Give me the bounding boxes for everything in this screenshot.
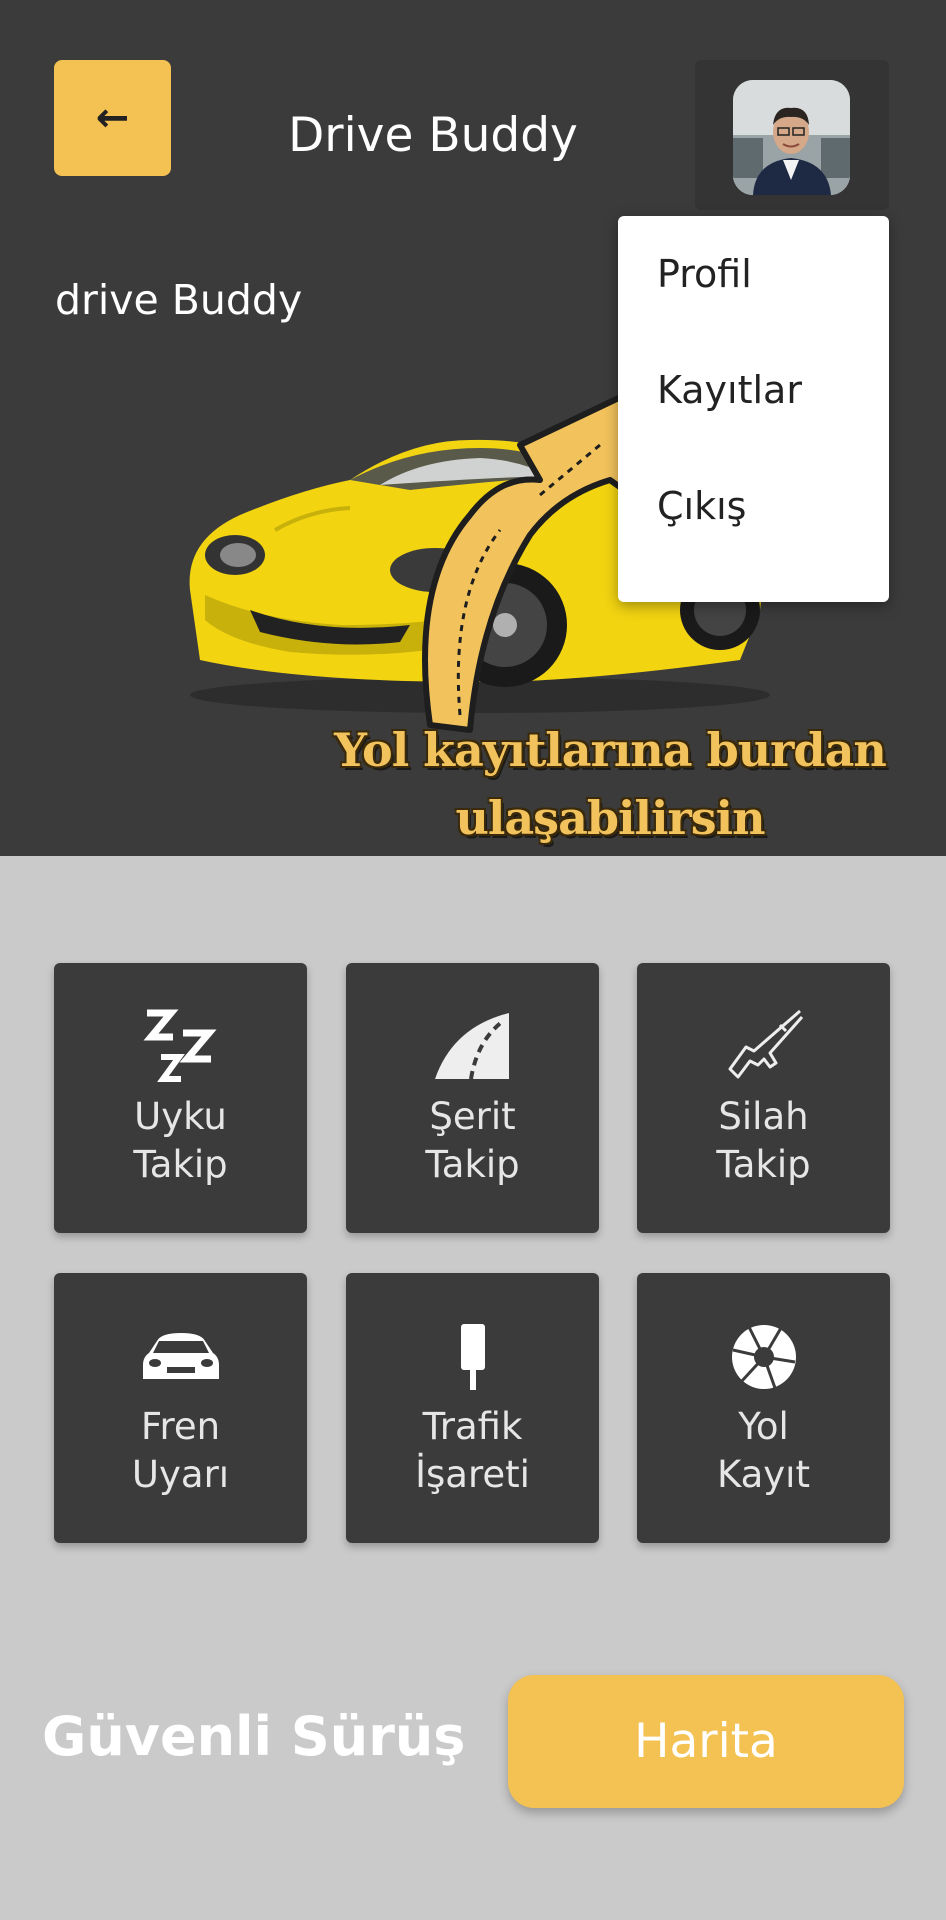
tile-label-line1: Yol	[738, 1405, 789, 1448]
hero-subtitle: drive Buddy	[55, 276, 303, 324]
road-lane-icon	[346, 1007, 599, 1087]
tile-label-line1: Şerit	[429, 1095, 516, 1138]
sleep-zzz-icon	[54, 1007, 307, 1087]
tile-fren-uyari[interactable]: Fren Uyarı	[54, 1273, 307, 1543]
tile-label-line2: Uyarı	[131, 1453, 230, 1496]
callout-line-1: Yol kayıtlarına burdan	[334, 723, 887, 777]
tile-serit-takip[interactable]: Şerit Takip	[346, 963, 599, 1233]
profile-dropdown-menu: Profil Kayıtlar Çıkış	[618, 216, 889, 602]
tile-uyku-takip[interactable]: Uyku Takip	[54, 963, 307, 1233]
menu-item-profil[interactable]: Profil	[618, 216, 889, 332]
tile-label-line2: Kayıt	[717, 1453, 810, 1496]
tile-label-line1: Fren	[140, 1405, 221, 1448]
menu-item-cikis[interactable]: Çıkış	[618, 448, 889, 564]
rifle-icon	[637, 1007, 890, 1087]
callout-line-2: ulaşabilirsin	[455, 791, 765, 845]
tile-label-line2: Takip	[133, 1143, 228, 1186]
tile-label-line2: Takip	[425, 1143, 520, 1186]
callout-text: Yol kayıtlarına burdan ulaşabilirsin	[300, 716, 920, 852]
safe-driving-label: Güvenli Sürüş	[42, 1705, 466, 1768]
curved-arrow-icon	[422, 392, 648, 733]
tile-label-line1: Uyku	[134, 1095, 227, 1138]
menu-item-kayitlar[interactable]: Kayıtlar	[618, 332, 889, 448]
traffic-sign-icon	[346, 1317, 599, 1397]
tile-label-line1: Silah	[718, 1095, 809, 1138]
camera-aperture-icon	[637, 1317, 890, 1397]
tile-label-line1: Trafik	[422, 1405, 523, 1448]
car-front-icon	[54, 1317, 307, 1397]
tile-silah-takip[interactable]: Silah Takip	[637, 963, 890, 1233]
tile-trafik-isareti[interactable]: Trafik İşareti	[346, 1273, 599, 1543]
map-button[interactable]: Harita	[508, 1675, 904, 1808]
tile-label-line2: Takip	[716, 1143, 811, 1186]
tile-label-line2: İşareti	[415, 1453, 530, 1496]
tile-yol-kayit[interactable]: Yol Kayıt	[637, 1273, 890, 1543]
avatar	[733, 80, 850, 195]
avatar-button[interactable]	[695, 60, 889, 210]
